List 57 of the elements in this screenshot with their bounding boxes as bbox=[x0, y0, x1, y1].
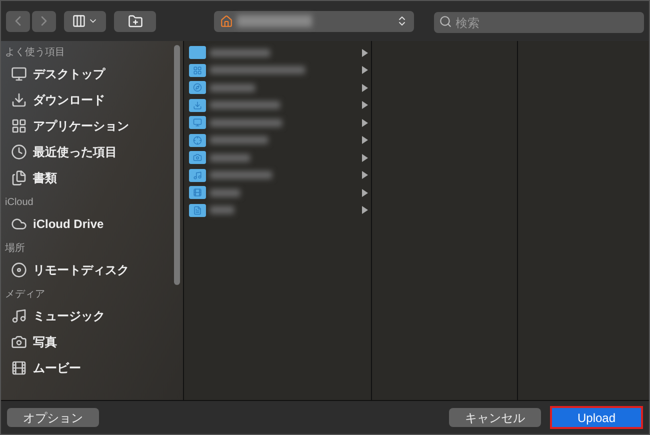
blurred-name bbox=[210, 118, 282, 127]
sidebar-item[interactable]: ムービー bbox=[5, 355, 183, 381]
back-button[interactable] bbox=[6, 10, 30, 32]
sidebar-item[interactable]: デスクトップ bbox=[5, 61, 183, 87]
desktop-folder-icon bbox=[189, 116, 206, 130]
section-header: 場所 bbox=[5, 242, 26, 256]
sidebar-item[interactable]: ミュージック bbox=[5, 303, 183, 329]
compass-folder-icon bbox=[189, 81, 206, 94]
camera-folder-icon bbox=[189, 151, 206, 164]
search-field[interactable]: 検索 bbox=[434, 12, 644, 33]
film-folder-icon bbox=[189, 186, 206, 200]
documents-icon bbox=[11, 170, 27, 186]
clock-icon bbox=[11, 144, 27, 160]
cloud-icon bbox=[11, 216, 27, 232]
apps-folder-icon bbox=[189, 64, 206, 77]
location-dropdown[interactable] bbox=[214, 10, 414, 32]
grid-icon bbox=[11, 118, 27, 134]
sidebar-item[interactable]: 写真 bbox=[5, 329, 183, 355]
home-icon bbox=[220, 14, 233, 28]
upload-button[interactable]: Upload bbox=[550, 406, 643, 429]
sidebar-item[interactable]: リモートディスク bbox=[5, 257, 183, 283]
view-button[interactable] bbox=[64, 10, 106, 32]
folder-plus-icon bbox=[128, 14, 143, 28]
document-folder-icon bbox=[189, 204, 206, 217]
blurred-name bbox=[210, 206, 234, 214]
folder-icon bbox=[189, 46, 206, 60]
crosshair-folder-icon bbox=[189, 134, 206, 147]
film-icon bbox=[11, 360, 27, 376]
forward-button[interactable] bbox=[32, 10, 56, 32]
blurred-name bbox=[210, 188, 240, 197]
camera-icon bbox=[11, 334, 27, 350]
new-folder-button[interactable] bbox=[114, 10, 156, 32]
section-header: iCloud bbox=[5, 196, 34, 210]
blurred-name bbox=[210, 171, 272, 180]
blurred-name bbox=[210, 136, 268, 144]
sidebar-item[interactable]: ダウンロード bbox=[5, 87, 183, 113]
download-folder-icon bbox=[189, 98, 206, 112]
download-icon bbox=[11, 92, 27, 108]
columns-icon bbox=[72, 14, 86, 28]
blurred-name bbox=[210, 101, 280, 110]
sidebar-item[interactable]: 最近使った項目 bbox=[5, 139, 183, 165]
sidebar-item[interactable]: iCloud Drive bbox=[5, 211, 183, 237]
options-button[interactable]: オプション bbox=[7, 408, 99, 427]
cancel-button[interactable]: キャンセル bbox=[449, 408, 541, 427]
sidebar-item[interactable]: アプリケーション bbox=[5, 113, 183, 139]
music-note-icon bbox=[11, 308, 27, 324]
blurred-name bbox=[210, 154, 250, 162]
music-folder-icon bbox=[189, 168, 206, 182]
section-header: メディア bbox=[5, 288, 46, 302]
monitor-icon bbox=[11, 66, 27, 82]
search-icon bbox=[438, 14, 452, 28]
blurred-name bbox=[210, 48, 270, 57]
section-header: よく使う項目 bbox=[5, 46, 66, 60]
sidebar-item[interactable]: 書類 bbox=[5, 165, 183, 191]
disc-icon bbox=[11, 262, 27, 278]
blurred-name bbox=[210, 84, 255, 92]
scrollbar[interactable] bbox=[174, 45, 180, 285]
